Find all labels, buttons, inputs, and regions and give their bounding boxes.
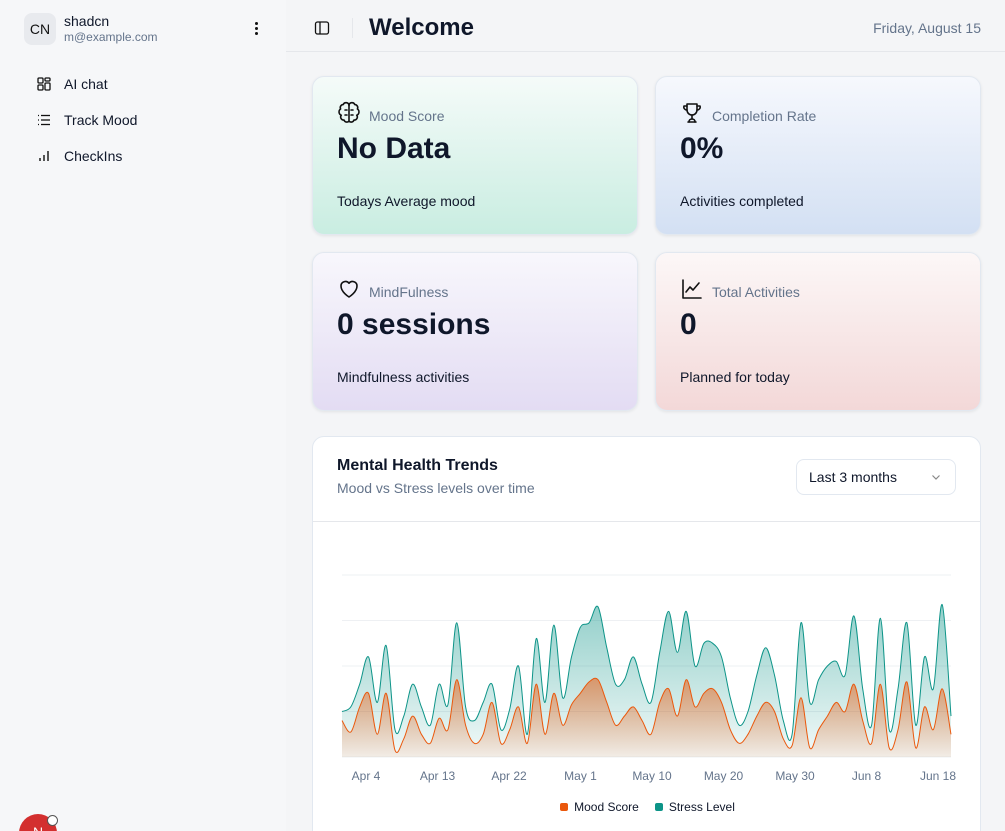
card-label: Mood Score	[369, 107, 445, 124]
x-tick-label: Jun 18	[920, 769, 956, 783]
card-value: 0 sessions	[337, 308, 491, 341]
sidebar-item-label: AI chat	[64, 76, 108, 92]
card-subtitle: Activities completed	[680, 193, 804, 209]
notification-dot	[47, 815, 58, 826]
trend-chart: Apr 4 Apr 13 Apr 22 May 1 May 10 May 20 May 30…	[341, 574, 956, 783]
card-label: MindFulness	[369, 283, 449, 300]
current-date: Friday, August 15	[873, 20, 981, 36]
avatar: CN	[24, 13, 56, 45]
card-value: 0	[680, 308, 697, 341]
sidebar-item-label: CheckIns	[64, 148, 123, 164]
mindfulness-card: MindFulness 0 sessions Mindfulness activ…	[312, 252, 638, 411]
chevron-down-icon	[929, 470, 943, 484]
x-tick-label: Apr 4	[352, 769, 381, 783]
bar-chart-icon	[36, 148, 52, 164]
sidebar-toggle-icon[interactable]	[314, 20, 330, 36]
list-icon	[36, 112, 52, 128]
x-tick-label: May 30	[775, 769, 815, 783]
x-tick-label: May 20	[704, 769, 744, 783]
legend-label: Mood Score	[574, 800, 639, 814]
sidebar-item-ai-chat[interactable]: AI chat	[28, 66, 268, 102]
trophy-icon	[680, 101, 704, 130]
mood-score-card: Mood Score No Data Todays Average mood	[312, 76, 638, 235]
x-tick-label: Jun 8	[852, 769, 882, 783]
sidebar-item-checkins[interactable]: CheckIns	[28, 138, 268, 174]
legend-swatch-stress	[654, 803, 663, 811]
completion-rate-card: Completion Rate 0% Activities completed	[655, 76, 981, 235]
card-value: No Data	[337, 132, 451, 165]
header-divider	[352, 18, 353, 38]
card-label: Completion Rate	[712, 107, 817, 124]
more-vertical-icon[interactable]	[248, 19, 264, 37]
line-chart-icon	[680, 277, 704, 306]
card-subtitle: Planned for today	[680, 369, 790, 385]
user-name: shadcn	[64, 13, 110, 29]
layout-dashboard-icon	[36, 76, 52, 92]
x-tick-label: May 10	[632, 769, 672, 783]
card-header: Total Activities	[680, 277, 800, 306]
chart-legend: Mood Score Stress Level	[313, 800, 980, 814]
chart-description: Mood vs Stress levels over time	[337, 480, 535, 496]
user-info: shadcn m@example.com	[64, 13, 158, 45]
card-header: MindFulness	[337, 277, 448, 306]
time-range-value: Last 3 months	[809, 469, 897, 485]
total-activities-card: Total Activities 0 Planned for today	[655, 252, 981, 411]
sidebar-item-label: Track Mood	[64, 112, 138, 128]
legend-item-mood: Mood Score	[560, 800, 639, 814]
main-content: Welcome Friday, August 15 Mood Score No …	[286, 0, 1005, 831]
card-label: Total Activities	[712, 283, 800, 300]
x-tick-label: Apr 13	[420, 769, 456, 783]
mental-health-trends-card: Mental Health Trends Mood vs Stress leve…	[312, 436, 981, 831]
x-tick-label: May 1	[564, 769, 597, 783]
card-subtitle: Todays Average mood	[337, 193, 476, 209]
legend-label: Stress Level	[668, 800, 735, 814]
legend-item-stress: Stress Level	[654, 800, 735, 814]
card-header: Completion Rate	[680, 101, 816, 130]
heart-icon	[337, 277, 361, 306]
user-profile[interactable]: CN shadcn m@example.com	[24, 11, 274, 47]
chart-title: Mental Health Trends	[337, 457, 498, 474]
card-value: 0%	[680, 132, 724, 165]
user-email: m@example.com	[64, 30, 158, 44]
page-title: Welcome	[369, 14, 474, 41]
sidebar-nav: AI chat Track Mood CheckIns	[28, 66, 268, 174]
sidebar-item-track-mood[interactable]: Track Mood	[28, 102, 268, 138]
legend-swatch-mood	[560, 803, 569, 811]
page-header: Welcome Friday, August 15	[286, 0, 1005, 52]
x-tick-label: Apr 22	[491, 769, 527, 783]
time-range-select[interactable]: Last 3 months	[796, 459, 956, 495]
card-subtitle: Mindfulness activities	[337, 369, 470, 385]
brain-icon	[337, 101, 361, 130]
sidebar: CN shadcn m@example.com AI chat Track Mo…	[0, 0, 286, 831]
card-header: Mood Score	[337, 101, 444, 130]
